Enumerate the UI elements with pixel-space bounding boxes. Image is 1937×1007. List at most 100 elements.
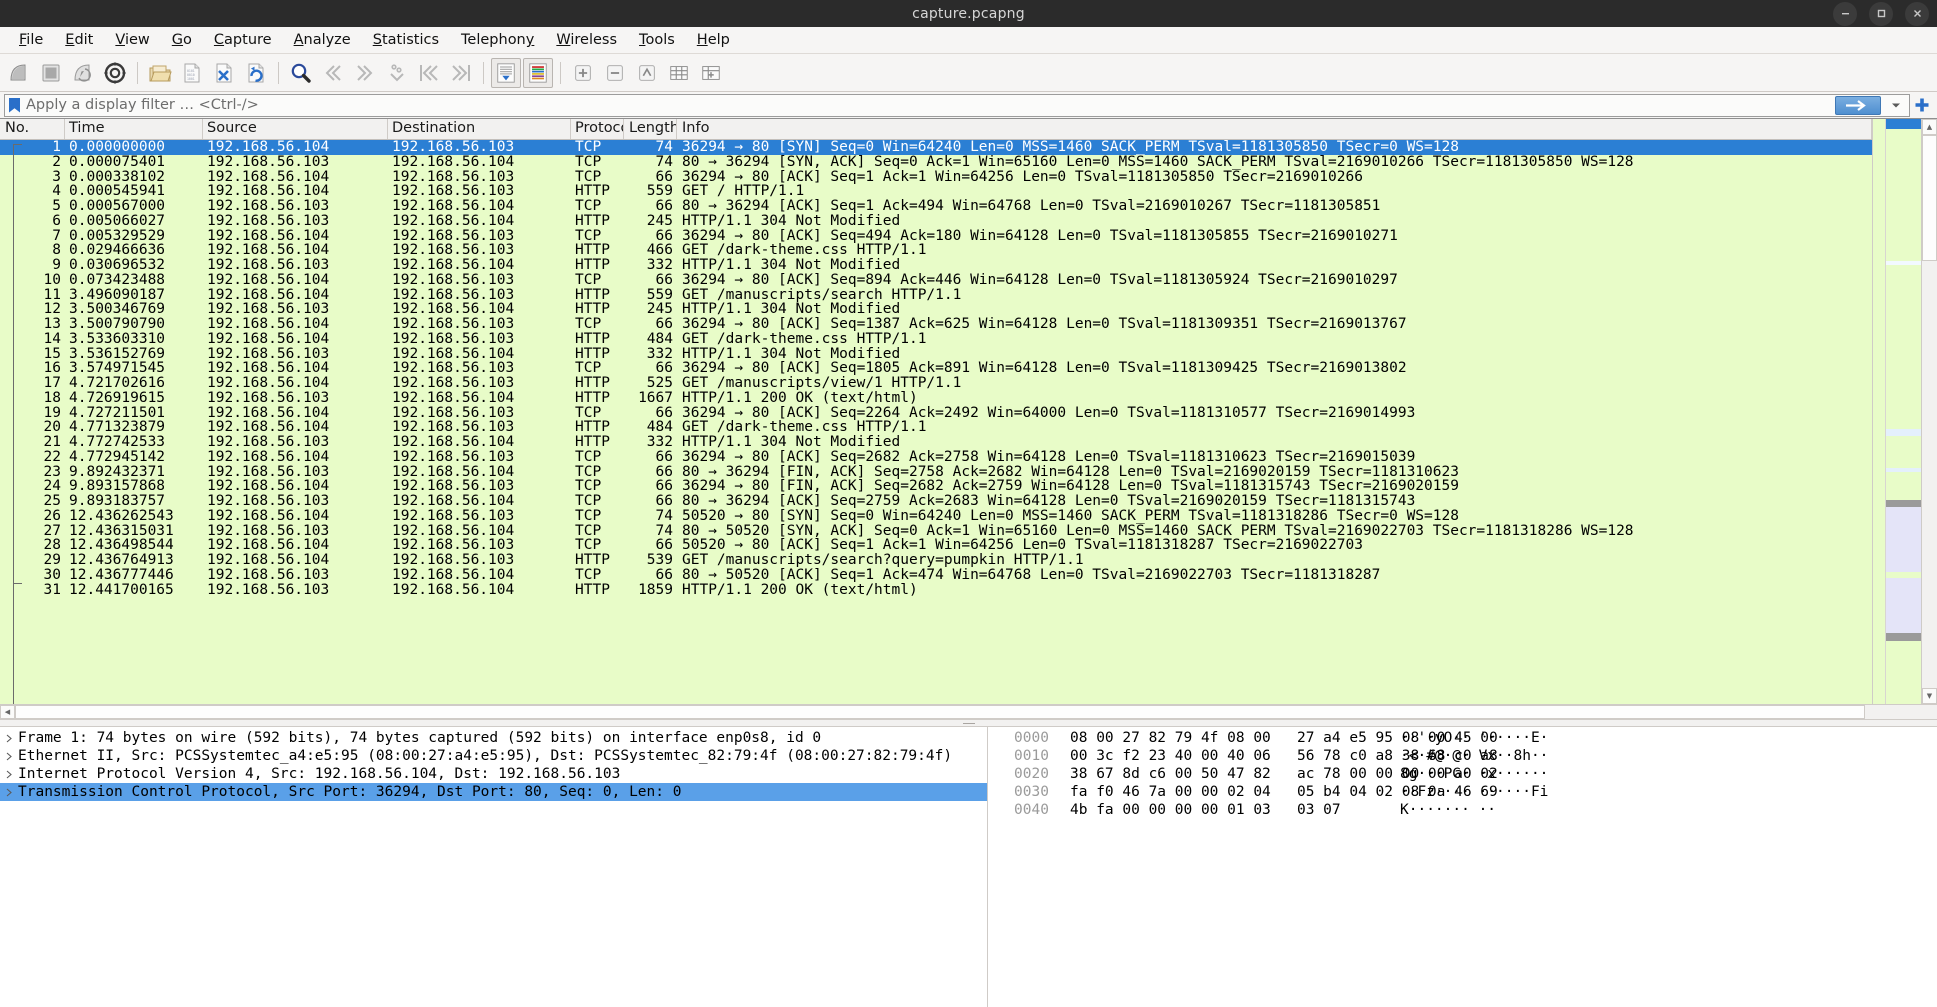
scroll-down-button[interactable]: ▼	[1922, 688, 1937, 704]
hscroll-track[interactable]	[1865, 705, 1937, 719]
minimap-segment[interactable]	[1886, 128, 1921, 261]
menu-analyze[interactable]: Analyze	[283, 29, 362, 51]
minimap-segment[interactable]	[1886, 264, 1921, 430]
minimap-segment[interactable]	[1886, 578, 1921, 634]
minimap-segment[interactable]	[1886, 119, 1921, 129]
hex-line[interactable]: 0000 08 00 27 82 79 4f 08 00 27 a4 e5 95 …	[1014, 729, 1937, 747]
close-file-icon[interactable]	[209, 58, 239, 88]
colorize-icon[interactable]	[523, 57, 553, 88]
maximize-button[interactable]	[1869, 1, 1893, 26]
table-row[interactable]: 15 3.536152769 192.168.56.103 192.168.56.10…	[0, 347, 1872, 362]
minimap-segment[interactable]	[1886, 499, 1921, 508]
table-row[interactable]: 17 4.721702616 192.168.56.104 192.168.56.10…	[0, 376, 1872, 391]
table-row[interactable]: 23 9.892432371 192.168.56.103 192.168.56.10…	[0, 465, 1872, 480]
open-file-icon[interactable]	[145, 58, 175, 88]
minimap-segment[interactable]	[1886, 640, 1921, 680]
table-row[interactable]: 12 3.500346769 192.168.56.103 192.168.56.10…	[0, 302, 1872, 317]
table-row[interactable]: 4 0.000545941 192.168.56.104 192.168.56.103…	[0, 184, 1872, 199]
close-button[interactable]	[1905, 1, 1929, 26]
column-header-protocol[interactable]: Protocol	[571, 119, 624, 139]
hex-line[interactable]: 0040 4b fa 00 00 00 00 01 03 03 07 K······…	[1014, 801, 1937, 819]
go-to-packet-icon[interactable]	[382, 58, 412, 88]
table-row[interactable]: 21 4.772742533 192.168.56.103 192.168.56.10…	[0, 435, 1872, 450]
bookmark-icon[interactable]	[9, 97, 20, 113]
table-row[interactable]: 24 9.893157868 192.168.56.104 192.168.56.10…	[0, 479, 1872, 494]
go-back-icon[interactable]	[318, 58, 348, 88]
table-row[interactable]: 22 4.772945142 192.168.56.104 192.168.56.10…	[0, 450, 1872, 465]
resize-columns-icon[interactable]	[664, 58, 694, 88]
zoom-out-icon[interactable]	[600, 58, 630, 88]
table-row[interactable]: 6 0.005066027 192.168.56.103 192.168.56.104…	[0, 214, 1872, 229]
detail-line[interactable]: Internet Protocol Version 4, Src: 192.16…	[0, 765, 987, 783]
vscroll-thumb[interactable]	[1922, 135, 1937, 261]
column-header-no[interactable]: No.	[0, 119, 65, 139]
column-header-destination[interactable]: Destination	[388, 119, 571, 139]
hex-line[interactable]: 0030 fa f0 46 7a 00 00 02 04 05 b4 04 02 …	[1014, 783, 1937, 801]
expand-arrow-icon[interactable]	[0, 788, 18, 797]
table-row[interactable]: 27 12.436315031 192.168.56.103 192.168.56.1…	[0, 524, 1872, 539]
table-row[interactable]: 28 12.436498544 192.168.56.104 192.168.56.1…	[0, 538, 1872, 553]
minimap-segment[interactable]	[1886, 435, 1921, 468]
packet-list-rows[interactable]: 1 0.000000000 192.168.56.104 192.168.56.103…	[0, 140, 1872, 704]
table-row[interactable]: 11 3.496090187 192.168.56.104 192.168.56.10…	[0, 288, 1872, 303]
table-row[interactable]: 3 0.000338102 192.168.56.104 192.168.56.103…	[0, 170, 1872, 185]
chevron-down-icon[interactable]	[1887, 95, 1905, 116]
minimap-segment[interactable]	[1886, 507, 1921, 572]
column-header-source[interactable]: Source	[203, 119, 388, 139]
expand-arrow-icon[interactable]	[0, 752, 18, 761]
expand-arrow-icon[interactable]	[0, 734, 18, 743]
column-header-time[interactable]: Time	[65, 119, 203, 139]
packet-bytes-pane[interactable]: 0000 08 00 27 82 79 4f 08 00 27 a4 e5 95 …	[988, 727, 1937, 1007]
menu-edit[interactable]: Edit	[54, 29, 104, 51]
column-header-info[interactable]: Info	[677, 119, 1872, 139]
menu-view[interactable]: View	[104, 29, 160, 51]
expand-arrow-icon[interactable]	[0, 770, 18, 779]
menu-file[interactable]: File	[8, 29, 54, 51]
capture-filter-icon[interactable]	[696, 58, 726, 88]
restart-capture-icon[interactable]	[68, 58, 98, 88]
stop-capture-icon[interactable]	[36, 58, 66, 88]
save-file-icon[interactable]: 0101 0010 1001	[177, 58, 207, 88]
pane-splitter[interactable]	[0, 719, 1937, 727]
table-row[interactable]: 1 0.000000000 192.168.56.104 192.168.56.103…	[0, 140, 1872, 155]
auto-scroll-icon[interactable]	[491, 57, 521, 88]
table-row[interactable]: 30 12.436777446 192.168.56.103 192.168.56.1…	[0, 568, 1872, 583]
find-packet-icon[interactable]	[286, 58, 316, 88]
display-filter-input[interactable]: Apply a display filter … <Ctrl-/>	[4, 93, 1910, 117]
table-row[interactable]: 5 0.000567000 192.168.56.103 192.168.56.104…	[0, 199, 1872, 214]
table-row[interactable]: 25 9.893183757 192.168.56.103 192.168.56.10…	[0, 494, 1872, 509]
menu-telephony[interactable]: Telephony	[450, 29, 545, 51]
detail-line[interactable]: Ethernet II, Src: PCSSystemtec_a4:e5:95 …	[0, 747, 987, 765]
menu-tools[interactable]: Tools	[628, 29, 686, 51]
zoom-in-icon[interactable]	[568, 58, 598, 88]
reload-file-icon[interactable]	[241, 58, 271, 88]
minimize-button[interactable]	[1833, 1, 1857, 26]
table-row[interactable]: 2 0.000075401 192.168.56.103 192.168.56.104…	[0, 155, 1872, 170]
detail-line[interactable]: Frame 1: 74 bytes on wire (592 bits), 74…	[0, 729, 987, 747]
packet-details-pane[interactable]: Frame 1: 74 bytes on wire (592 bits), 74…	[0, 727, 988, 1007]
apply-filter-button[interactable]	[1835, 95, 1881, 115]
table-row[interactable]: 31 12.441700165 192.168.56.103 192.168.56.1…	[0, 583, 1872, 598]
plus-icon[interactable]	[1910, 94, 1934, 117]
table-row[interactable]: 26 12.436262543 192.168.56.104 192.168.56.1…	[0, 509, 1872, 524]
menu-help[interactable]: Help	[686, 29, 741, 51]
menu-capture[interactable]: Capture	[203, 29, 283, 51]
capture-options-icon[interactable]	[100, 58, 130, 88]
hex-line[interactable]: 0010 00 3c f2 23 40 00 40 06 56 78 c0 a8 …	[1014, 747, 1937, 765]
intelligent-scrollbar-map[interactable]	[1885, 119, 1921, 704]
minimap-segment[interactable]	[1886, 472, 1921, 500]
hscroll-thumb[interactable]	[15, 705, 1865, 719]
hex-line[interactable]: 0020 38 67 8d c6 00 50 47 82 ac 78 00 00 …	[1014, 765, 1937, 783]
menu-wireless[interactable]: Wireless	[545, 29, 628, 51]
scroll-up-button[interactable]: ▲	[1922, 119, 1937, 135]
table-row[interactable]: 10 0.073423488 192.168.56.104 192.168.56.10…	[0, 273, 1872, 288]
hscroll-left-button[interactable]: ◀	[0, 705, 15, 719]
table-row[interactable]: 7 0.005329529 192.168.56.104 192.168.56.103…	[0, 229, 1872, 244]
table-row[interactable]: 14 3.533603310 192.168.56.104 192.168.56.10…	[0, 332, 1872, 347]
start-capture-icon[interactable]	[4, 58, 34, 88]
packet-list-hscrollbar[interactable]: ◀	[0, 704, 1937, 719]
table-row[interactable]: 13 3.500790790 192.168.56.104 192.168.56.10…	[0, 317, 1872, 332]
zoom-reset-icon[interactable]	[632, 58, 662, 88]
go-forward-icon[interactable]	[350, 58, 380, 88]
minimap-segment[interactable]	[1886, 633, 1921, 641]
